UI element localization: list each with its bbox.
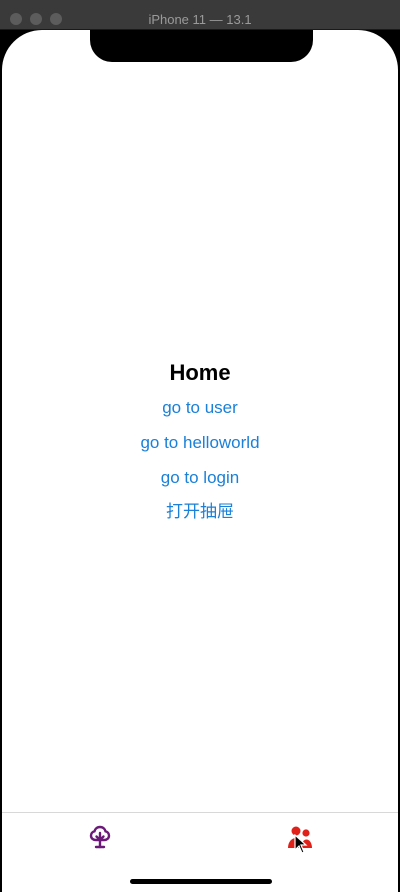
- home-indicator[interactable]: [130, 879, 272, 884]
- window-title: iPhone 11 — 13.1: [148, 12, 252, 27]
- device-frame: Home go to user go to helloworld go to l…: [0, 30, 400, 892]
- go-to-helloworld-link[interactable]: go to helloworld: [140, 425, 259, 460]
- go-to-login-link[interactable]: go to login: [161, 460, 239, 495]
- tree-icon: [89, 825, 111, 849]
- open-drawer-link[interactable]: 打开抽屉: [166, 495, 234, 530]
- mouse-cursor-icon: [294, 834, 308, 854]
- tab-home[interactable]: [80, 821, 120, 853]
- simulator-window: iPhone 11 — 13.1 Home go to user go to h…: [0, 0, 400, 892]
- go-to-user-link[interactable]: go to user: [162, 390, 238, 425]
- home-content: Home go to user go to helloworld go to l…: [2, 358, 398, 530]
- window-titlebar: iPhone 11 — 13.1: [0, 0, 400, 30]
- tab-bar: [2, 812, 398, 892]
- device-screen: Home go to user go to helloworld go to l…: [2, 30, 398, 892]
- page-title: Home: [169, 360, 231, 385]
- device-notch: [90, 30, 313, 62]
